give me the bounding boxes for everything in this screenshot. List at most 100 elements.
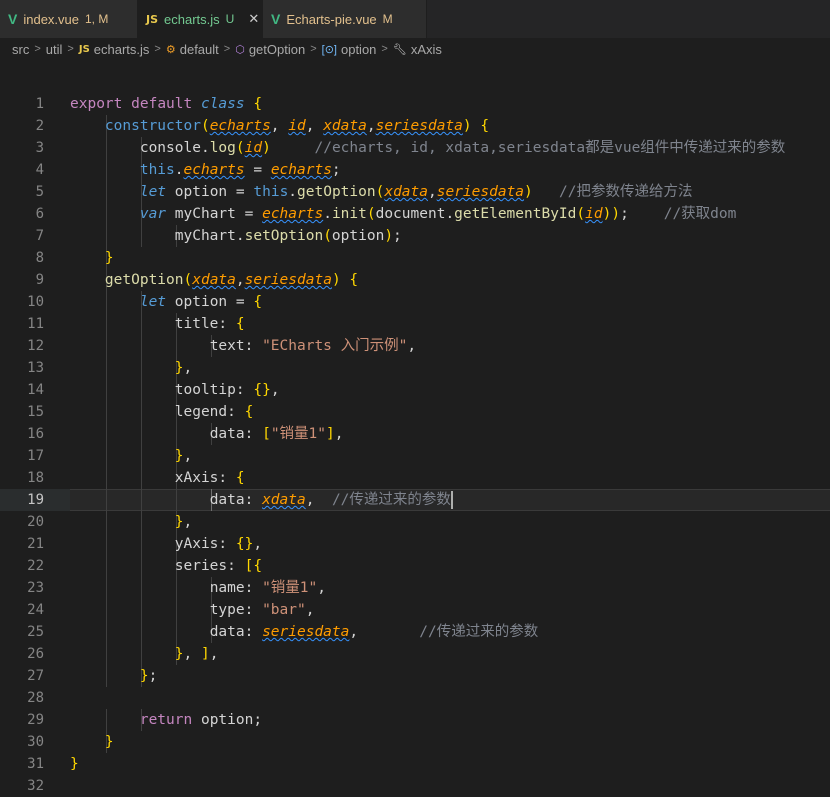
code-line[interactable]: 19 data: xdata, //传递过来的参数	[0, 489, 830, 511]
code-text: type: "bar",	[209, 602, 315, 618]
line-number: 21	[27, 536, 44, 552]
line-number: 20	[27, 514, 44, 530]
code-line[interactable]: 6 var myChart = echarts.init(document.ge…	[0, 203, 830, 225]
code-line[interactable]: 16 data: ["销量1"],	[0, 423, 830, 445]
code-line[interactable]: 4 this.echarts = echarts;	[0, 159, 830, 181]
vue-file-icon: V	[271, 11, 281, 27]
tab-echarts-js[interactable]: JS echarts.js U ✕	[138, 0, 263, 38]
code-line[interactable]: 21 yAxis: {},	[0, 533, 830, 555]
code-line[interactable]: 1 export default class {	[0, 93, 830, 115]
code-text: legend: {	[174, 404, 254, 420]
code-line[interactable]: 24 type: "bar",	[0, 599, 830, 621]
breadcrumb-property[interactable]: xAxis	[411, 42, 442, 57]
code-line[interactable]: 12 text: "ECharts 入门示例",	[0, 335, 830, 357]
code-line[interactable]: 14 tooltip: {},	[0, 379, 830, 401]
line-number: 9	[35, 272, 44, 288]
editor-tab-bar: V index.vue 1, M JS echarts.js U ✕ V Ech…	[0, 0, 830, 38]
code-line[interactable]: 17 },	[0, 445, 830, 467]
code-text: data: seriesdata, //传递过来的参数	[209, 624, 539, 640]
line-number: 25	[27, 624, 44, 640]
chevron-right-icon: >	[67, 43, 74, 55]
tab-echarts-pie-vue[interactable]: V Echarts-pie.vue M	[263, 0, 427, 38]
code-text: constructor(echarts, id, xdata,seriesdat…	[104, 118, 490, 134]
code-text: }, ],	[174, 646, 219, 662]
vue-file-icon: V	[8, 11, 18, 27]
breadcrumb-src[interactable]: src	[12, 42, 29, 57]
breadcrumb-util[interactable]: util	[46, 42, 63, 57]
code-line[interactable]: 5 let option = this.getOption(xdata,seri…	[0, 181, 830, 203]
code-line[interactable]: 29 return option;	[0, 709, 830, 731]
breadcrumb-file[interactable]: echarts.js	[94, 42, 150, 57]
close-icon[interactable]: ✕	[248, 11, 259, 27]
line-number: 10	[27, 294, 44, 310]
code-text: data: xdata, //传递过来的参数	[209, 491, 453, 509]
code-text: },	[174, 448, 193, 464]
tab-index-vue[interactable]: V index.vue 1, M	[0, 0, 138, 38]
breadcrumb-method[interactable]: getOption	[249, 42, 305, 57]
code-line[interactable]: 8 }	[0, 247, 830, 269]
code-text: return option;	[139, 712, 263, 728]
breadcrumb-variable[interactable]: option	[341, 42, 376, 57]
code-text: },	[174, 360, 193, 376]
line-number: 17	[27, 448, 44, 464]
line-number: 24	[27, 602, 44, 618]
method-symbol-icon: ⬡	[235, 43, 245, 56]
line-number: 3	[35, 140, 44, 156]
code-line[interactable]: 31}	[0, 753, 830, 775]
code-text: text: "ECharts 入门示例",	[209, 338, 417, 354]
line-number: 16	[27, 426, 44, 442]
line-number: 18	[27, 470, 44, 486]
tab-badge: M	[382, 12, 393, 26]
property-wrench-icon: 🔧︎	[392, 43, 407, 56]
line-number: 8	[35, 250, 44, 266]
tab-label: echarts.js	[164, 11, 220, 27]
line-number: 11	[27, 316, 44, 332]
code-text: this.echarts = echarts;	[139, 162, 341, 178]
variable-symbol-icon: [⊙]	[321, 43, 337, 56]
code-line[interactable]: 27 };	[0, 665, 830, 687]
code-text: };	[139, 668, 158, 684]
line-number: 22	[27, 558, 44, 574]
chevron-right-icon: >	[34, 43, 41, 55]
line-number: 19	[27, 492, 44, 508]
code-line[interactable]: 9 getOption(xdata,seriesdata) {	[0, 269, 830, 291]
code-line[interactable]: 22 series: [{	[0, 555, 830, 577]
chevron-right-icon: >	[223, 43, 231, 55]
code-editor[interactable]: 1 export default class { 2 constructor(ech…	[0, 93, 830, 794]
code-line[interactable]: 13 },	[0, 357, 830, 379]
code-text: console.log(id) //echarts, id, xdata,ser…	[139, 140, 786, 156]
code-line[interactable]: 30 }	[0, 731, 830, 753]
code-line[interactable]: 32	[0, 775, 830, 797]
code-line[interactable]: 7 myChart.setOption(option);	[0, 225, 830, 247]
tab-label: index.vue	[23, 11, 79, 27]
line-number: 1	[35, 96, 44, 112]
line-number: 31	[27, 756, 44, 772]
code-line[interactable]: 15 legend: {	[0, 401, 830, 423]
line-number: 2	[35, 118, 44, 134]
code-text: }	[70, 756, 79, 772]
code-text: }	[104, 734, 114, 750]
tab-badge: 1, M	[85, 12, 109, 26]
line-number: 23	[27, 580, 44, 596]
code-text: myChart.setOption(option);	[174, 228, 402, 244]
line-number: 30	[27, 734, 44, 750]
code-line[interactable]: 26 }, ],	[0, 643, 830, 665]
line-number: 13	[27, 360, 44, 376]
code-line[interactable]: 10 let option = {	[0, 291, 830, 313]
tab-badge: U	[225, 12, 235, 26]
code-text: name: "销量1",	[209, 580, 327, 596]
code-line[interactable]: 3 console.log(id) //echarts, id, xdata,s…	[0, 137, 830, 159]
code-line[interactable]: 18 xAxis: {	[0, 467, 830, 489]
js-file-icon: JS	[146, 12, 159, 26]
breadcrumb-class[interactable]: default	[180, 42, 219, 57]
code-text: export default class {	[70, 96, 263, 112]
code-line[interactable]: 28	[0, 687, 830, 709]
code-line[interactable]: 11 title: {	[0, 313, 830, 335]
code-text: var myChart = echarts.init(document.getE…	[139, 206, 737, 222]
code-line[interactable]: 25 data: seriesdata, //传递过来的参数	[0, 621, 830, 643]
code-line[interactable]: 20 },	[0, 511, 830, 533]
code-line[interactable]: 2 constructor(echarts, id, xdata,seriesd…	[0, 115, 830, 137]
line-number: 5	[35, 184, 44, 200]
code-line[interactable]: 23 name: "销量1",	[0, 577, 830, 599]
code-text: title: {	[174, 316, 245, 332]
